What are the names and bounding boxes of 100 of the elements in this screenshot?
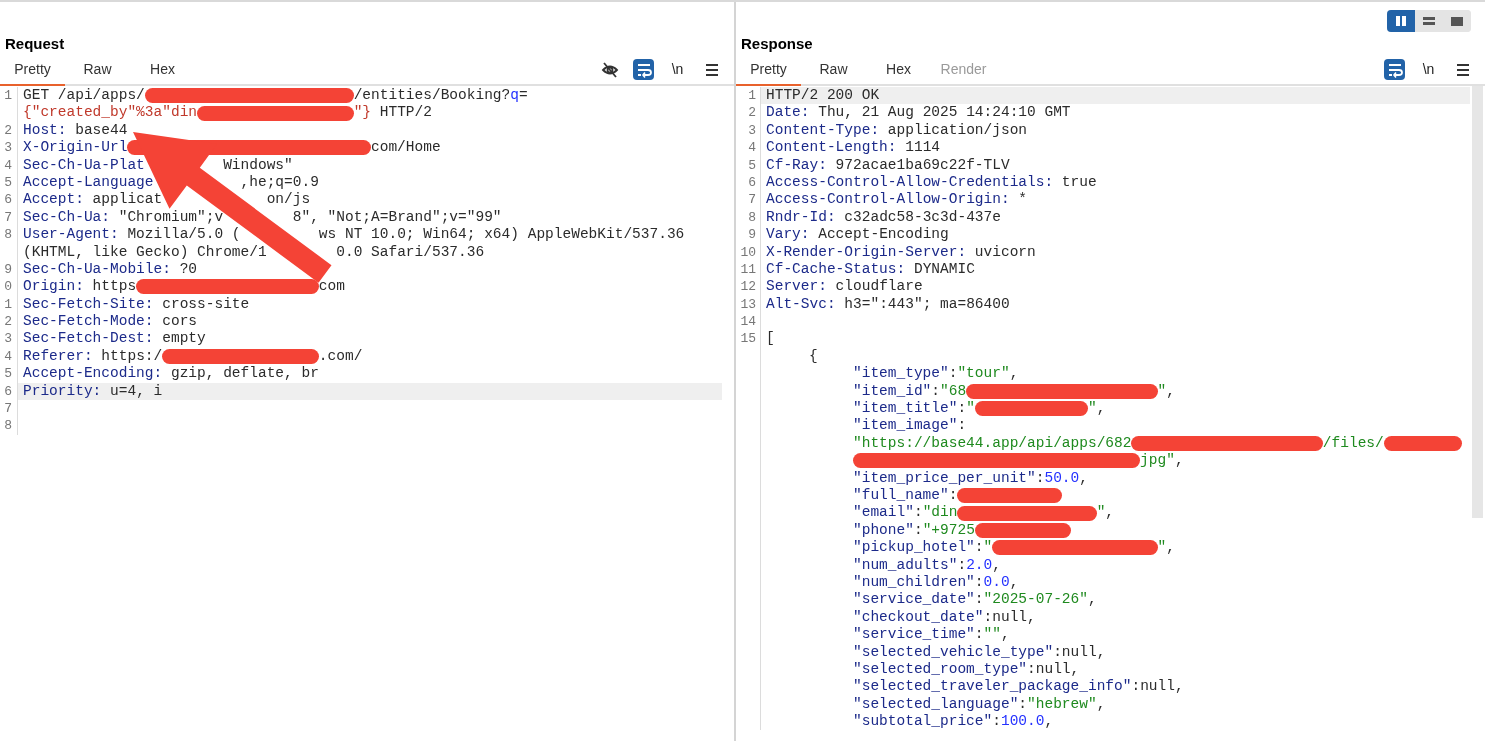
header-name: Priority: [23, 382, 102, 401]
code-text: gzip, deflate, br [169, 365, 319, 383]
json-key: "item_title" [853, 400, 958, 418]
header-name: Alt-Svc: [766, 295, 836, 314]
string-value: "https://base44.app/api/apps/682 [853, 434, 1132, 453]
code-text: : [974, 539, 984, 557]
code-text: : [957, 556, 967, 574]
header-name: Vary: [766, 226, 810, 244]
line-number: 2 [748, 105, 756, 121]
line-number: 5 [4, 366, 12, 382]
code-text: DYNAMIC [912, 260, 975, 279]
code-text: , [1009, 365, 1019, 383]
scrollbar-thumb[interactable] [1472, 86, 1483, 518]
tab[interactable]: Raw [801, 55, 866, 86]
code-text: 8", "Not;A=Brand";v="99" [292, 208, 502, 227]
line-number: 6 [4, 192, 12, 208]
code-text: , [992, 556, 1001, 574]
string-value: "tour" [957, 365, 1010, 383]
code-text: , [1096, 400, 1106, 418]
newline-toggle-button[interactable]: \n [667, 59, 688, 80]
tab[interactable]: Hex [866, 55, 931, 86]
code-text: : [957, 400, 967, 418]
code-text: 1114 [904, 139, 941, 157]
json-key: "subtotal_price" [853, 713, 993, 731]
string-value: " [1157, 539, 1167, 557]
wrap-button[interactable] [1384, 59, 1405, 80]
line-number: 12 [740, 279, 756, 295]
string-value: "din [922, 504, 958, 522]
header-name: Access-Control-Allow-Credentials: [766, 173, 1054, 192]
line-number: 9 [748, 227, 756, 243]
line-number: 3 [4, 331, 12, 347]
code-text: :null, [983, 608, 1036, 627]
header-name: X-Origin-Url [23, 139, 128, 157]
code-text: : [948, 487, 958, 505]
tab[interactable]: Raw [65, 55, 130, 86]
code-text: 972acae1ba69c22f-TLV [834, 156, 1010, 174]
string-value: " [966, 400, 975, 418]
line-number: 1 [4, 88, 12, 103]
code-text: , [1009, 573, 1019, 592]
pane-title: Response [740, 33, 814, 54]
code-text: * [1017, 191, 1028, 209]
line-number: 15 [740, 331, 756, 347]
number-value: 100.0 [1000, 713, 1045, 731]
eye-slash-icon [600, 60, 619, 79]
json-key: "selected_traveler_package_info" [853, 678, 1132, 696]
code-text: Windows" [223, 156, 293, 174]
code-text: : [913, 504, 923, 522]
code-text: Thu, 21 Aug 2025 14:24:10 GMT [817, 104, 1071, 122]
code-text: Mozilla/5.0 ( [126, 226, 241, 244]
line-number: 5 [748, 157, 756, 173]
json-key: "selected_room_type" [853, 660, 1028, 679]
json-key: "num_children" [853, 573, 975, 592]
code-text: , [1105, 504, 1115, 522]
code-text: /entities/Booking? [353, 87, 511, 105]
wrap-button[interactable] [633, 59, 654, 80]
string-value: "hebrew" [1027, 695, 1097, 714]
newline-toggle-button[interactable]: \n [1418, 59, 1439, 80]
header-name: Accept: [23, 191, 84, 209]
line-number: 8 [4, 227, 12, 243]
line-number: 8 [4, 418, 12, 434]
tab[interactable]: Pretty [0, 55, 65, 86]
json-key: "selected_language" [853, 695, 1019, 714]
line-number: 9 [4, 261, 12, 277]
line-number: 6 [748, 174, 756, 190]
string-value: " [983, 539, 993, 557]
json-key: "pickup_hotel" [853, 539, 975, 557]
header-name: Referer: [23, 347, 93, 366]
header-name: Content-Type: [766, 121, 880, 140]
json-key: "item_type" [853, 365, 949, 383]
header-name: Cf-Ray: [766, 156, 827, 174]
code-text: , [1096, 695, 1106, 714]
code-text: , [1087, 591, 1097, 609]
json-key: "email" [853, 504, 914, 522]
query-string: "} [353, 104, 372, 122]
header-name: User-Agent: [23, 226, 119, 244]
number-value: 2.0 [966, 556, 993, 574]
layout-toggle-button[interactable] [1387, 10, 1415, 32]
code-text: cross-site [161, 295, 250, 314]
code-text: :null, [1131, 678, 1184, 696]
line-number: 14 [740, 314, 756, 330]
line-number: 4 [748, 140, 756, 156]
code-text: : [948, 365, 958, 383]
code-text: HTTP/2 200 OK [766, 87, 880, 105]
line-number: 1 [4, 296, 12, 312]
header-name: Server: [766, 278, 827, 296]
code-text: , [1044, 713, 1054, 731]
code-text: https:/ [100, 347, 163, 366]
line-number: 13 [740, 296, 756, 312]
string-value: "+9725 [922, 521, 975, 540]
header-name: X-Render-Origin-Server: [766, 243, 967, 261]
line-number: 7 [4, 401, 12, 417]
json-key: "item_price_per_unit" [853, 469, 1036, 487]
header-name: Sec-Ch-Ua-Mobile: [23, 260, 171, 279]
code-text: : [974, 591, 984, 609]
code-text: on/js [266, 191, 311, 209]
header-name: Host: [23, 121, 67, 140]
code-text: com [318, 278, 345, 296]
line-number: 2 [4, 122, 12, 138]
code-text: : [974, 573, 984, 592]
tab[interactable]: Hex [130, 55, 195, 86]
